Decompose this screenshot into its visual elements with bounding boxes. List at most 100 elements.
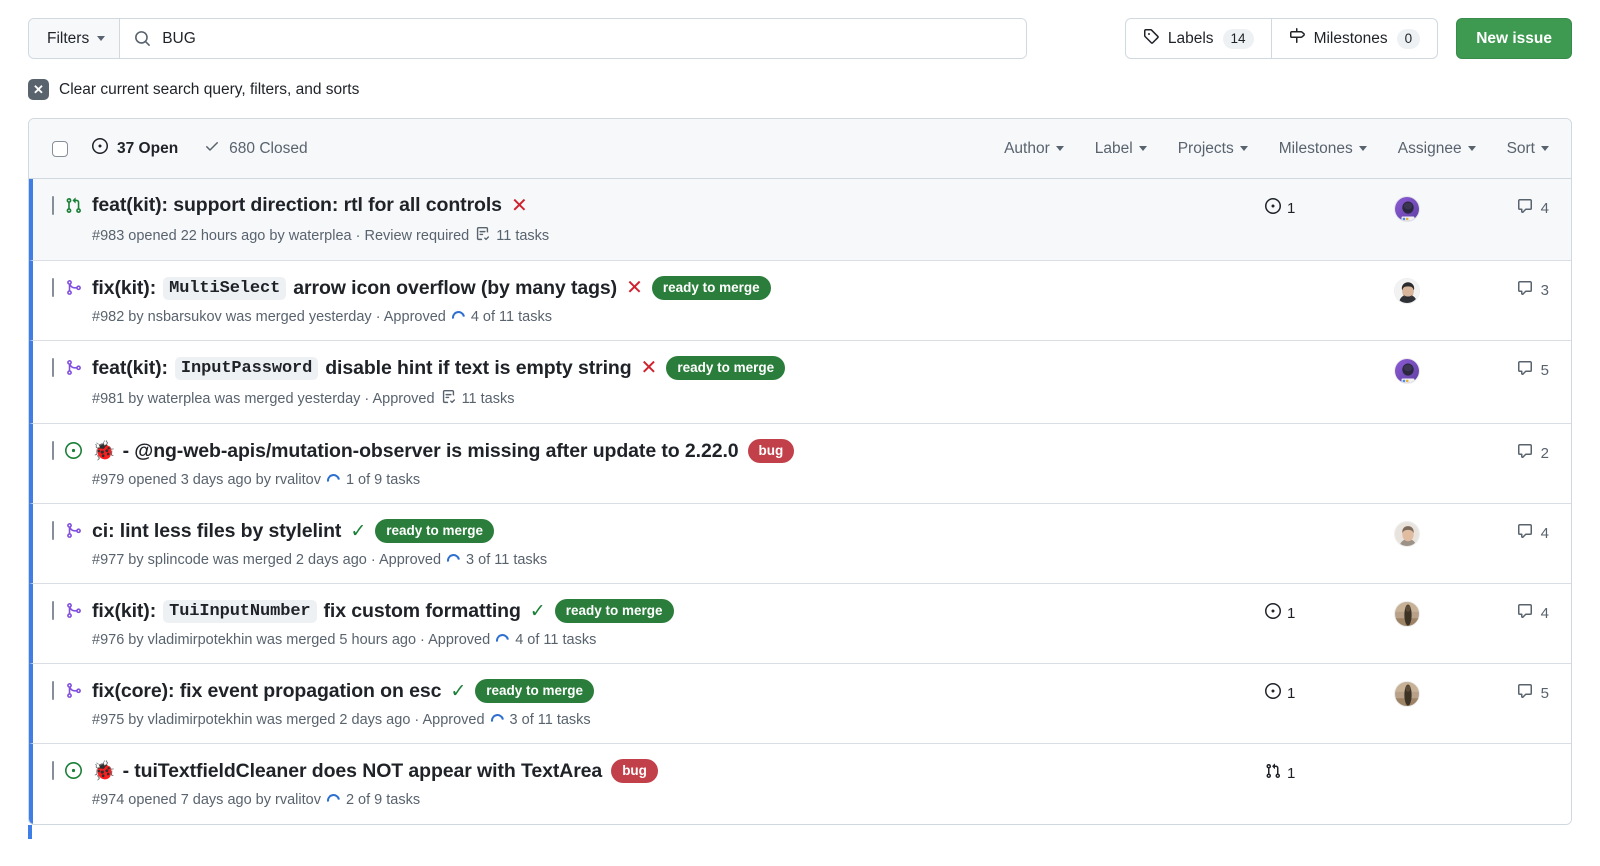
comments-count-label: 5 [1540,361,1549,379]
issue-title-suffix: fix custom formatting [323,599,521,622]
linked-items-count[interactable]: 1 [1265,601,1351,623]
filters-dropdown-button[interactable]: Filters [29,19,121,58]
issue-title-code: TuiInputNumber [163,599,317,623]
filters-label: Filters [47,29,90,47]
comments-count[interactable]: 3 [1463,278,1549,300]
avatar[interactable] [1351,601,1463,627]
tasks-progress: 4 of 11 tasks [449,307,552,327]
issue-label-badge[interactable]: bug [611,759,658,783]
clear-search-link[interactable]: ✕ Clear current search query, filters, a… [0,59,1600,100]
comments-count[interactable]: 4 [1463,601,1549,623]
assignee-avatar[interactable] [1394,196,1420,222]
comment-icon [1517,523,1533,543]
filter-author-label: Author [1004,139,1050,157]
issue-label-badge[interactable]: ready to merge [375,519,495,543]
comments-count[interactable]: 2 [1463,441,1549,463]
tasks-label: 3 of 11 tasks [509,712,591,728]
assignee-avatar[interactable] [1394,681,1420,707]
avatar[interactable] [1351,521,1463,547]
table-row[interactable]: ci: lint less files by stylelint ✓ ready t… [29,504,1571,584]
filter-assignee[interactable]: Assignee [1398,140,1476,158]
comments-count-label: 5 [1540,684,1549,702]
comment-icon [1517,683,1533,703]
table-row[interactable]: fix(kit): MultiSelect arrow icon overflow … [29,261,1571,341]
tab-open-issues[interactable]: 37 Open [92,138,178,159]
issue-title-link[interactable]: fix(core): fix event propagation on esc [92,680,441,703]
comments-count[interactable]: 5 [1463,358,1549,380]
assignee-avatar[interactable] [1394,358,1420,384]
filter-author[interactable]: Author [1004,140,1064,158]
avatar[interactable] [1351,196,1463,222]
search-toolbar: Filters BUG Labels 14 Milestones 0 New i… [0,0,1600,59]
list-filter-dropdowns: Author Label Projects Milestones Assigne… [1004,140,1549,158]
labels-button[interactable]: Labels 14 [1126,19,1271,58]
select-all-checkbox[interactable] [52,140,68,157]
pull-request-icon [1265,763,1281,783]
search-input[interactable]: BUG [120,19,1026,58]
issue-title-link[interactable]: feat(kit): InputPassword disable hint if t… [92,356,632,380]
assignee-avatar[interactable] [1394,521,1420,547]
new-issue-button[interactable]: New issue [1456,18,1572,59]
tasks-label: 11 tasks [461,390,515,407]
tasks-progress: 2 of 9 tasks [324,790,420,810]
assignee-avatar[interactable] [1394,601,1420,627]
linked-items-count [1265,521,1351,523]
issue-open-icon [1265,603,1281,623]
comment-icon [1517,280,1533,300]
issue-label-badge[interactable]: ready to merge [666,356,786,380]
pull-request-merged-icon [54,356,92,408]
chevron-down-icon [1541,146,1549,151]
issue-meta-text: #981 by waterplea was merged yesterday ·… [92,390,435,407]
issue-title-text: fix(kit): [92,276,157,299]
table-row[interactable]: 🐞 - tuiTextfieldCleaner does NOT appear w… [29,744,1571,824]
issue-title-link[interactable]: 🐞 - @ng-web-apis/mutation-observer is mis… [92,439,739,463]
linked-items-count [1265,441,1351,443]
filter-label[interactable]: Label [1095,140,1147,158]
issue-label-badge[interactable]: bug [747,439,795,463]
search-group: Filters BUG [28,18,1027,59]
avatar[interactable] [1351,278,1463,304]
tasks-progress: 11 tasks [475,226,549,245]
linked-items-count[interactable]: 1 [1265,681,1351,703]
comment-icon [1517,198,1533,218]
issue-open-icon [92,138,108,159]
comments-count[interactable]: 4 [1463,521,1549,543]
checks-passed-icon: ✓ [529,600,546,622]
table-row[interactable]: 🐞 - @ng-web-apis/mutation-observer is mis… [29,424,1571,504]
table-row[interactable]: fix(kit): TuiInputNumber fix custom format… [29,584,1571,664]
linked-items-count[interactable]: 1 [1265,761,1351,783]
issue-label-badge[interactable]: ready to merge [475,679,595,703]
issue-title-link[interactable]: 🐞 - tuiTextfieldCleaner does NOT appear w… [92,759,602,783]
issue-title-text: fix(core): fix event propagation on esc [92,679,442,702]
issue-label-badge[interactable]: ready to merge [651,276,771,300]
chevron-down-icon [1358,146,1367,151]
filter-sort[interactable]: Sort [1507,140,1549,158]
assignee-avatar[interactable] [1394,278,1420,304]
linked-items-count[interactable]: 1 [1265,196,1351,218]
avatar[interactable] [1351,358,1463,384]
comments-count[interactable]: 4 [1463,196,1549,218]
checks-failed-icon: ✕ [640,357,658,379]
issue-label-badge[interactable]: ready to merge [554,599,674,623]
checks-passed-icon: ✓ [350,520,367,542]
issue-title-link[interactable]: feat(kit): support direction: rtl for al… [92,194,502,217]
filter-projects[interactable]: Projects [1178,140,1248,158]
filter-milestones[interactable]: Milestones [1279,140,1367,158]
issue-title-link[interactable]: ci: lint less files by stylelint [92,520,341,543]
tab-closed-issues[interactable]: 680 Closed [204,138,308,159]
table-row[interactable]: fix(core): fix event propagation on esc ✓… [29,664,1571,744]
milestones-button[interactable]: Milestones 0 [1270,19,1438,58]
issue-meta: #981 by waterplea was merged yesterday ·… [92,389,1255,408]
issue-title-link[interactable]: fix(kit): TuiInputNumber fix custom format… [92,599,521,623]
issues-page: Filters BUG Labels 14 Milestones 0 New i… [0,0,1600,866]
tasks-progress: 11 tasks [441,389,515,408]
avatar[interactable] [1351,681,1463,707]
table-row[interactable]: feat(kit): support direction: rtl for al… [29,179,1571,261]
issue-title-link[interactable]: fix(kit): MultiSelect arrow icon overflow … [92,276,617,300]
row-content: fix(kit): MultiSelect arrow icon overflow … [92,276,1265,327]
table-row[interactable]: feat(kit): InputPassword disable hint if t… [29,341,1571,424]
tasklist-icon [475,226,490,245]
issue-meta-text: #979 opened 3 days ago by rvalitov [92,472,321,488]
bug-emoji-icon: 🐞 [92,761,116,782]
comments-count[interactable]: 5 [1463,681,1549,703]
